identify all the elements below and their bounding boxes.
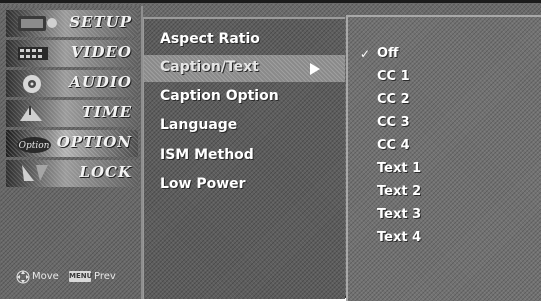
menu-item-caption-text[interactable]: Caption/Text	[144, 55, 345, 82]
menu-item-low-power[interactable]: Low Power	[144, 172, 345, 199]
video-icon	[18, 47, 48, 60]
option-cc4[interactable]: CC 4	[348, 135, 541, 157]
menu-item-language[interactable]: Language	[144, 113, 345, 140]
prev-hint-label: Prev	[94, 271, 116, 282]
option-menu-list: Aspect Ratio Caption/Text Caption Option…	[143, 17, 345, 299]
option-label: CC 1	[377, 69, 410, 84]
option-icon-text: Option	[19, 141, 50, 151]
category-label: OPTION	[56, 133, 132, 151]
option-label: CC 3	[377, 115, 410, 130]
menu-item-aspect-ratio[interactable]: Aspect Ratio	[144, 27, 345, 54]
menu-item-label: Caption Option	[160, 88, 279, 104]
menu-key-icon: MENU	[69, 271, 93, 282]
setup-icon	[18, 16, 57, 31]
option-label: CC 2	[377, 92, 410, 107]
option-text4[interactable]: Text 4	[348, 227, 541, 249]
category-label: SETUP	[69, 13, 132, 31]
option-text2[interactable]: Text 2	[348, 181, 541, 203]
category-audio[interactable]: AUDIO	[6, 70, 138, 97]
category-label: LOCK	[79, 163, 132, 181]
menu-item-label: ISM Method	[160, 147, 254, 163]
caption-options-list: ✓ Off CC 1 CC 2 CC 3 CC 4 Text 1 Text 2 …	[346, 15, 541, 301]
menu-item-caption-option[interactable]: Caption Option	[144, 84, 345, 111]
menu-item-label: Low Power	[160, 176, 246, 192]
option-text1[interactable]: Text 1	[348, 158, 541, 180]
move-dpad-icon	[16, 270, 30, 284]
category-label: VIDEO	[70, 43, 132, 61]
option-label: Text 1	[377, 161, 422, 176]
option-label: Text 3	[377, 207, 422, 222]
arrow-right-icon	[310, 63, 320, 75]
category-setup[interactable]: SETUP	[6, 10, 138, 37]
menu-item-label: Aspect Ratio	[160, 31, 260, 47]
tv-menu-screen: SETUP VIDEO AUDIO TIME Option OPTION LOC…	[0, 0, 541, 301]
lock-icon	[22, 165, 48, 181]
option-cc2[interactable]: CC 2	[348, 89, 541, 111]
category-option[interactable]: Option OPTION	[6, 130, 138, 157]
category-label: AUDIO	[69, 73, 132, 91]
option-label: Text 2	[377, 184, 422, 199]
option-off[interactable]: ✓ Off	[348, 43, 541, 65]
category-lock[interactable]: LOCK	[6, 160, 138, 187]
option-cc3[interactable]: CC 3	[348, 112, 541, 134]
category-column: SETUP VIDEO AUDIO TIME Option OPTION LOC…	[0, 6, 143, 299]
menu-item-label: Language	[160, 117, 238, 133]
option-text3[interactable]: Text 3	[348, 204, 541, 226]
audio-icon	[23, 75, 41, 93]
option-label: Off	[377, 46, 399, 61]
option-cc1[interactable]: CC 1	[348, 66, 541, 88]
category-video[interactable]: VIDEO	[6, 40, 138, 67]
hint-bar: Move MENU Prev	[14, 270, 138, 284]
menu-item-ism-method[interactable]: ISM Method	[144, 143, 345, 170]
time-icon	[20, 106, 42, 121]
menu-item-label: Caption/Text	[160, 59, 259, 75]
move-hint-label: Move	[32, 271, 59, 282]
checkmark-icon: ✓	[360, 47, 371, 61]
option-label: Text 4	[377, 230, 422, 245]
option-label: CC 4	[377, 138, 410, 153]
category-label: TIME	[81, 103, 132, 121]
option-icon: Option	[17, 137, 51, 153]
category-time[interactable]: TIME	[6, 100, 138, 127]
